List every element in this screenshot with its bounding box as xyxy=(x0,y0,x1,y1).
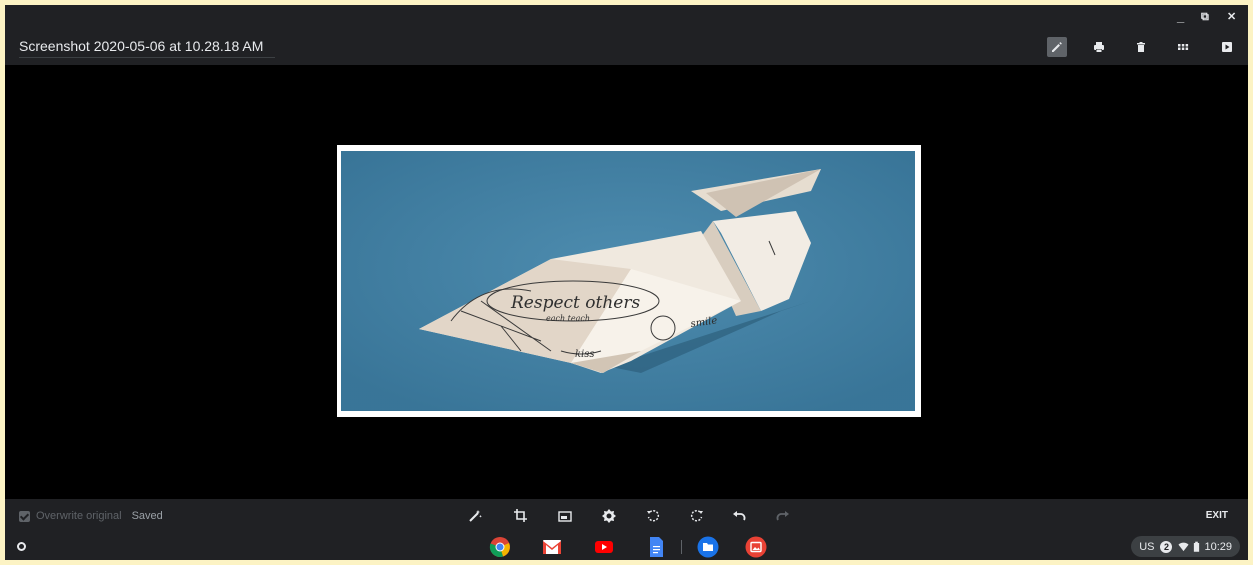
brightness-icon xyxy=(602,509,616,523)
clock: 10:29 xyxy=(1204,540,1232,553)
auto-fix-button[interactable] xyxy=(467,508,483,524)
brightness-button[interactable] xyxy=(601,508,617,524)
paper-airplane-photo: Respect others each teach smile kiss xyxy=(341,151,915,411)
shelf-divider xyxy=(681,540,682,554)
restore-button[interactable]: ⧉ xyxy=(1201,9,1209,25)
docs-icon xyxy=(650,537,663,557)
minimize-button[interactable]: _ xyxy=(1177,9,1184,25)
edit-toolbar: Overwrite original Saved EXIT xyxy=(5,499,1248,533)
chrome-icon xyxy=(489,537,510,558)
overwrite-label: Overwrite original xyxy=(36,510,122,522)
resize-button[interactable] xyxy=(557,508,573,524)
drawn-text-kiss: kiss xyxy=(575,349,595,360)
resize-icon xyxy=(558,511,572,522)
header-bar: Screenshot 2020-05-06 at 10.28.18 AM xyxy=(5,29,1248,65)
delete-button[interactable] xyxy=(1131,37,1151,57)
edit-icon xyxy=(1052,42,1062,52)
exit-button[interactable]: EXIT xyxy=(1206,510,1228,521)
crop-button[interactable] xyxy=(513,508,529,524)
delete-icon xyxy=(1137,42,1145,52)
launcher-icon xyxy=(16,541,26,551)
gallery-app[interactable] xyxy=(745,536,767,558)
undo-icon xyxy=(733,511,746,521)
slideshow-icon xyxy=(1222,42,1232,52)
status-tray[interactable]: US 2 10:29 xyxy=(1131,536,1240,557)
wifi-icon xyxy=(1178,542,1190,552)
gmail-icon xyxy=(543,540,561,554)
drawn-text-respect: Respect others xyxy=(510,293,640,313)
gallery-window: _ ⧉ ✕ Screenshot 2020-05-06 at 10.28.18 … xyxy=(5,5,1248,560)
youtube-app[interactable] xyxy=(593,536,615,558)
launcher-button[interactable] xyxy=(13,538,29,554)
photo-frame[interactable]: Respect others each teach smile kiss xyxy=(337,145,921,417)
title-bar: _ ⧉ ✕ xyxy=(5,5,1248,29)
youtube-icon xyxy=(595,541,613,553)
gallery-app-icon xyxy=(745,536,767,558)
overwrite-checkbox[interactable] xyxy=(19,510,30,522)
overwrite-original[interactable]: Overwrite original Saved xyxy=(19,510,163,522)
slideshow-button[interactable] xyxy=(1217,37,1237,57)
files-app[interactable] xyxy=(697,536,719,558)
shelf: US 2 10:29 xyxy=(5,533,1248,560)
print-icon xyxy=(1094,42,1104,52)
file-name[interactable]: Screenshot 2020-05-06 at 10.28.18 AM xyxy=(19,38,276,58)
photo-viewport: Respect others each teach smile kiss xyxy=(5,65,1248,499)
crop-icon xyxy=(514,509,527,522)
edit-button[interactable] xyxy=(1047,37,1067,57)
notification-count: 2 xyxy=(1160,540,1173,553)
rotate-right-icon xyxy=(690,509,703,522)
saved-status: Saved xyxy=(131,510,163,522)
auto-fix-icon xyxy=(469,510,482,522)
battery-icon xyxy=(1194,541,1200,552)
close-button[interactable]: ✕ xyxy=(1227,9,1236,25)
chrome-app[interactable] xyxy=(489,536,511,558)
redo-icon xyxy=(776,511,789,521)
gmail-app[interactable] xyxy=(541,536,563,558)
files-icon xyxy=(697,536,719,558)
locale-indicator: US xyxy=(1139,540,1155,553)
redo-button[interactable] xyxy=(775,508,791,524)
rotate-left-icon xyxy=(647,509,660,522)
rotate-right-button[interactable] xyxy=(689,508,705,524)
docs-app[interactable] xyxy=(645,536,667,558)
drawn-text-each: each teach xyxy=(546,314,590,323)
undo-button[interactable] xyxy=(731,508,747,524)
gallery-button[interactable] xyxy=(1173,37,1193,57)
print-button[interactable] xyxy=(1089,37,1109,57)
rotate-left-button[interactable] xyxy=(645,508,661,524)
gallery-icon xyxy=(1178,44,1189,50)
